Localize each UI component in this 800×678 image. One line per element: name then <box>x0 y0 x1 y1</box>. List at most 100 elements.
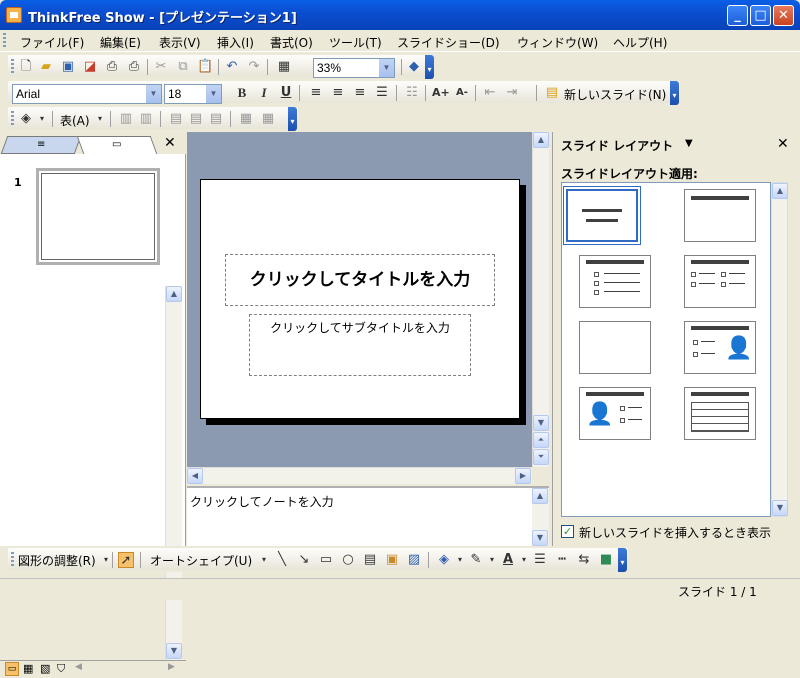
line-icon[interactable]: ╲ <box>274 552 290 568</box>
title-placeholder[interactable]: クリックしてタイトルを入力 <box>225 254 495 306</box>
textbox-icon[interactable]: ▤ <box>362 552 378 568</box>
scroll-left-icon[interactable]: ◀ <box>75 662 82 672</box>
chevron-down-icon[interactable]: ▾ <box>92 111 108 127</box>
align-right-icon[interactable]: ≡ <box>352 85 368 101</box>
maximize-button[interactable]: □ <box>750 5 771 26</box>
font-select[interactable]: Arial ▼ <box>12 84 162 104</box>
redo-icon[interactable]: ↷ <box>246 59 262 75</box>
arrow-icon[interactable]: ↘ <box>296 552 312 568</box>
align-top-icon[interactable]: ▤ <box>168 111 184 127</box>
font-size-select[interactable]: 18 ▼ <box>164 84 222 104</box>
help-diamond-icon[interactable]: ◆ <box>406 59 422 75</box>
slide[interactable]: クリックしてタイトルを入力 クリックしてサブタイトルを入力 <box>200 179 520 419</box>
scroll-up-icon[interactable]: ▲ <box>772 183 788 199</box>
menu-format[interactable]: 書式(O) <box>270 34 313 51</box>
align-middle-icon[interactable]: ▤ <box>188 111 204 127</box>
scroll-right-icon[interactable]: ▶ <box>168 662 175 672</box>
menu-grip[interactable] <box>3 33 6 49</box>
layout-title-text[interactable] <box>579 255 651 308</box>
menu-window[interactable]: ウィンドウ(W) <box>517 34 598 51</box>
scroll-down-icon[interactable]: ▼ <box>533 415 549 431</box>
slide-thumbnail[interactable] <box>36 168 160 265</box>
chevron-down-icon[interactable]: ▾ <box>452 552 468 568</box>
paste-icon[interactable]: 📋 <box>197 59 213 75</box>
chevron-down-icon[interactable]: ▾ <box>34 111 50 127</box>
justify-icon[interactable]: ☰ <box>374 85 390 101</box>
canvas-vertical-scrollbar[interactable]: ▲ ▼ ⏶ ⏷ <box>532 132 549 467</box>
new-slide-button[interactable]: 新しいスライド(N) <box>564 86 666 103</box>
menu-slideshow[interactable]: スライドショー(D) <box>397 34 500 51</box>
notes-scrollbar[interactable]: ▲ ▼ <box>532 488 549 546</box>
insert-row-icon[interactable]: ▥ <box>118 111 134 127</box>
insert-column-icon[interactable]: ▥ <box>138 111 154 127</box>
scroll-up-icon[interactable]: ▲ <box>532 488 548 504</box>
scroll-down-icon[interactable]: ▼ <box>532 530 548 546</box>
align-bottom-icon[interactable]: ▤ <box>208 111 224 127</box>
previous-slide-icon[interactable]: ⏶ <box>533 432 549 448</box>
chevron-down-icon[interactable]: ▾ <box>256 552 272 568</box>
picture-icon[interactable]: ▨ <box>406 552 422 568</box>
print-preview-icon[interactable]: ⎙ <box>104 59 120 75</box>
menu-edit[interactable]: 編集(E) <box>100 34 141 51</box>
toolbar-grip[interactable] <box>11 111 14 127</box>
underline-button[interactable]: U <box>278 85 294 101</box>
tab-slides[interactable]: ▭ <box>76 136 158 154</box>
scroll-down-icon[interactable]: ▼ <box>772 500 788 516</box>
scroll-left-icon[interactable]: ◀ <box>187 468 203 484</box>
save-icon[interactable]: ▣ <box>60 59 76 75</box>
slide-sorter-icon[interactable]: ▦ <box>23 662 33 675</box>
toolbar-options-icon[interactable]: ▾ <box>288 107 297 131</box>
task-pane-title[interactable]: スライド レイアウト <box>561 137 673 154</box>
line-color-icon[interactable]: ✎ <box>468 552 484 568</box>
close-button[interactable]: ✕ <box>773 5 794 26</box>
menu-view[interactable]: 表示(V) <box>159 34 201 51</box>
layout-title-slide[interactable] <box>563 186 641 245</box>
chevron-down-icon[interactable]: ▼ <box>145 85 161 103</box>
normal-view-icon[interactable]: ▭ <box>5 662 19 676</box>
toolbar-options-icon[interactable]: ▾ <box>670 81 679 105</box>
task-pane-scrollbar[interactable]: ▲ ▼ <box>771 182 788 517</box>
layout-table[interactable] <box>684 387 756 440</box>
align-left-icon[interactable]: ≡ <box>308 85 324 101</box>
scroll-up-icon[interactable]: ▲ <box>166 286 182 302</box>
layout-two-columns[interactable] <box>684 255 756 308</box>
menu-help[interactable]: ヘルプ(H) <box>613 34 667 51</box>
ellipse-icon[interactable]: ○ <box>340 552 356 568</box>
open-folder-icon[interactable]: ▰ <box>38 59 54 75</box>
grid-icon[interactable]: ▦ <box>276 59 292 75</box>
canvas-horizontal-scrollbar[interactable]: ◀ ▶ <box>187 467 532 484</box>
dash-style-icon[interactable]: ┅ <box>554 552 570 568</box>
chevron-down-icon[interactable]: ▼ <box>685 138 693 149</box>
copy-icon[interactable]: ⧉ <box>175 59 191 75</box>
arrow-style-icon[interactable]: ⇆ <box>576 552 592 568</box>
align-center-icon[interactable]: ≡ <box>330 85 346 101</box>
rectangle-icon[interactable]: ▭ <box>318 552 334 568</box>
decrease-indent-icon[interactable]: ⇤ <box>482 85 498 101</box>
toolbar-grip[interactable] <box>11 59 14 75</box>
slideshow-view-icon[interactable]: ⛉ <box>57 662 65 676</box>
italic-button[interactable]: I <box>256 85 272 101</box>
toolbar-grip[interactable] <box>11 552 14 568</box>
cut-icon[interactable]: ✂ <box>153 59 169 75</box>
autoshape-button[interactable]: オートシェイプ(U) <box>150 552 252 569</box>
shadow-icon[interactable]: ■ <box>598 552 614 568</box>
notes-view-icon[interactable]: ▧ <box>40 662 50 675</box>
chevron-down-icon[interactable]: ▾ <box>516 552 532 568</box>
chevron-down-icon[interactable]: ▼ <box>205 85 221 103</box>
clipart-icon[interactable]: ▣ <box>384 552 400 568</box>
increase-indent-icon[interactable]: ⇥ <box>504 85 520 101</box>
grow-font-button[interactable]: A+ <box>432 85 450 101</box>
font-color-icon[interactable]: A <box>500 552 516 568</box>
menu-insert[interactable]: 挿入(I) <box>217 34 254 51</box>
scroll-up-icon[interactable]: ▲ <box>533 132 549 148</box>
bold-button[interactable]: B <box>234 85 250 101</box>
line-style-icon[interactable]: ☰ <box>532 552 548 568</box>
menu-tools[interactable]: ツール(T) <box>329 34 382 51</box>
layout-blank[interactable] <box>579 321 651 374</box>
split-cells-icon[interactable]: ▦ <box>238 111 254 127</box>
show-on-insert-checkbox[interactable]: ✓ <box>561 525 574 538</box>
notes-placeholder[interactable]: クリックしてノートを入力 <box>190 493 334 510</box>
subtitle-placeholder[interactable]: クリックしてサブタイトルを入力 <box>249 314 471 376</box>
minimize-button[interactable]: _ <box>727 5 748 26</box>
layout-clipart-text[interactable]: 👤 <box>579 387 651 440</box>
